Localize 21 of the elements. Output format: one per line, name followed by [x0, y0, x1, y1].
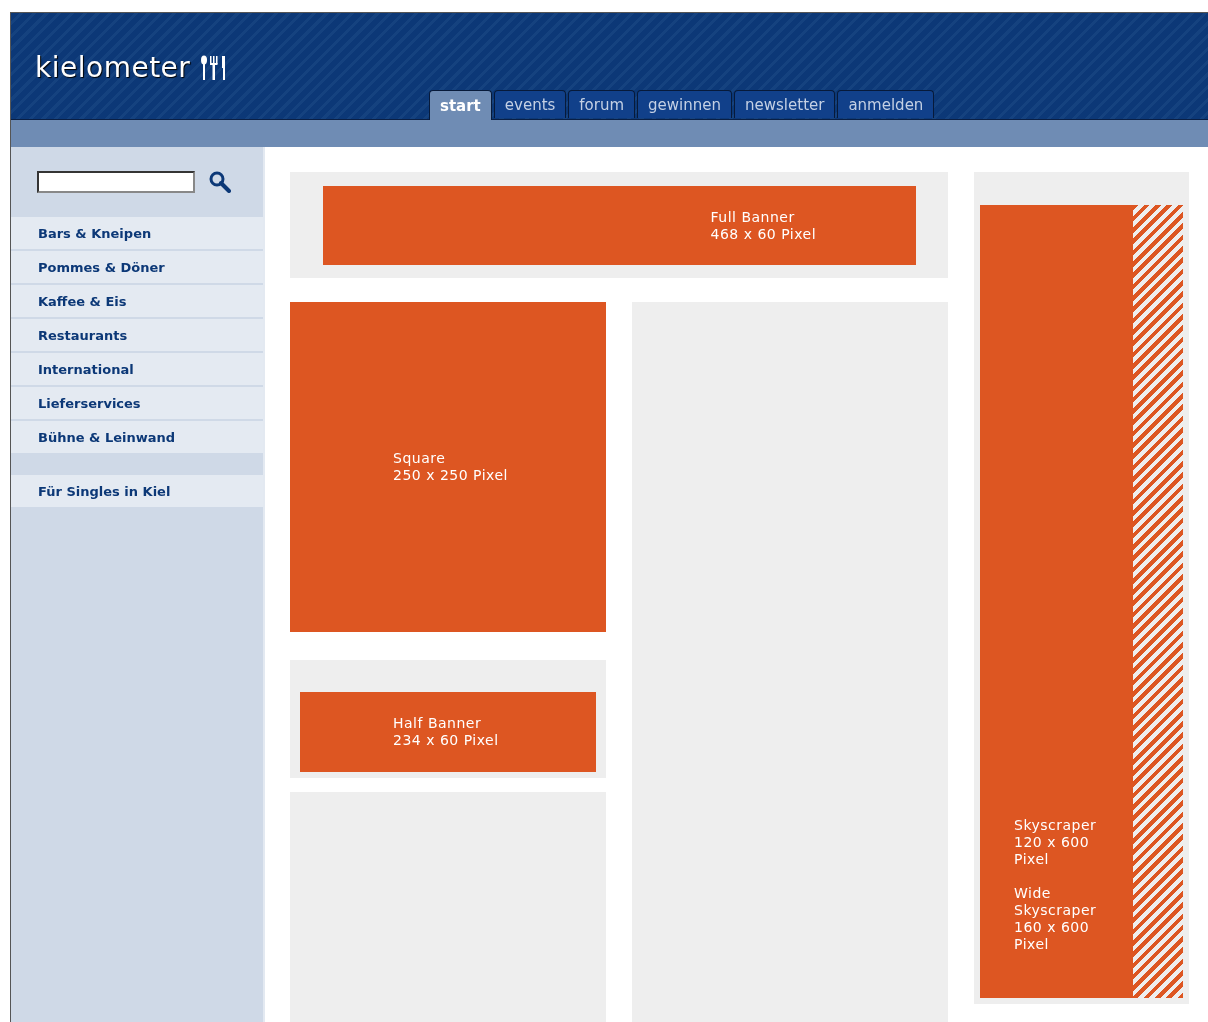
- sidebar-item[interactable]: Bühne & Leinwand: [11, 421, 263, 453]
- sidebar-item[interactable]: Kaffee & Eis: [11, 285, 263, 317]
- site-logo[interactable]: kielometer: [35, 51, 191, 84]
- search-icon[interactable]: [209, 171, 231, 193]
- sidebar-item[interactable]: Für Singles in Kiel: [11, 475, 263, 507]
- half-banner-ad: Half Banner 234 x 60 Pixel: [300, 692, 596, 772]
- sidebar-item[interactable]: Restaurants: [11, 319, 263, 351]
- search-field[interactable]: [37, 171, 195, 193]
- ad-label: Wide Skyscraper 160 x 600 Pixel: [1014, 885, 1098, 953]
- sidebar-item[interactable]: Bars & Kneipen: [11, 217, 263, 249]
- sidebar-item[interactable]: Lieferservices: [11, 387, 263, 419]
- sidebar-item[interactable]: Pommes & Döner: [11, 251, 263, 283]
- ad-label: Skyscraper 120 x 600 Pixel: [1014, 817, 1098, 868]
- nav-tab[interactable]: forum: [568, 90, 636, 118]
- nav-tab[interactable]: newsletter: [734, 90, 836, 118]
- nav-tab[interactable]: anmelden: [837, 90, 935, 118]
- sidebar-item[interactable]: International: [11, 353, 263, 385]
- full-banner-ad: Full Banner 468 x 60 Pixel: [322, 186, 916, 265]
- nav-tab[interactable]: gewinnen: [637, 90, 733, 118]
- square-ad: Square 250 x 250 Pixel: [290, 302, 606, 632]
- nav-tab[interactable]: events: [493, 90, 567, 118]
